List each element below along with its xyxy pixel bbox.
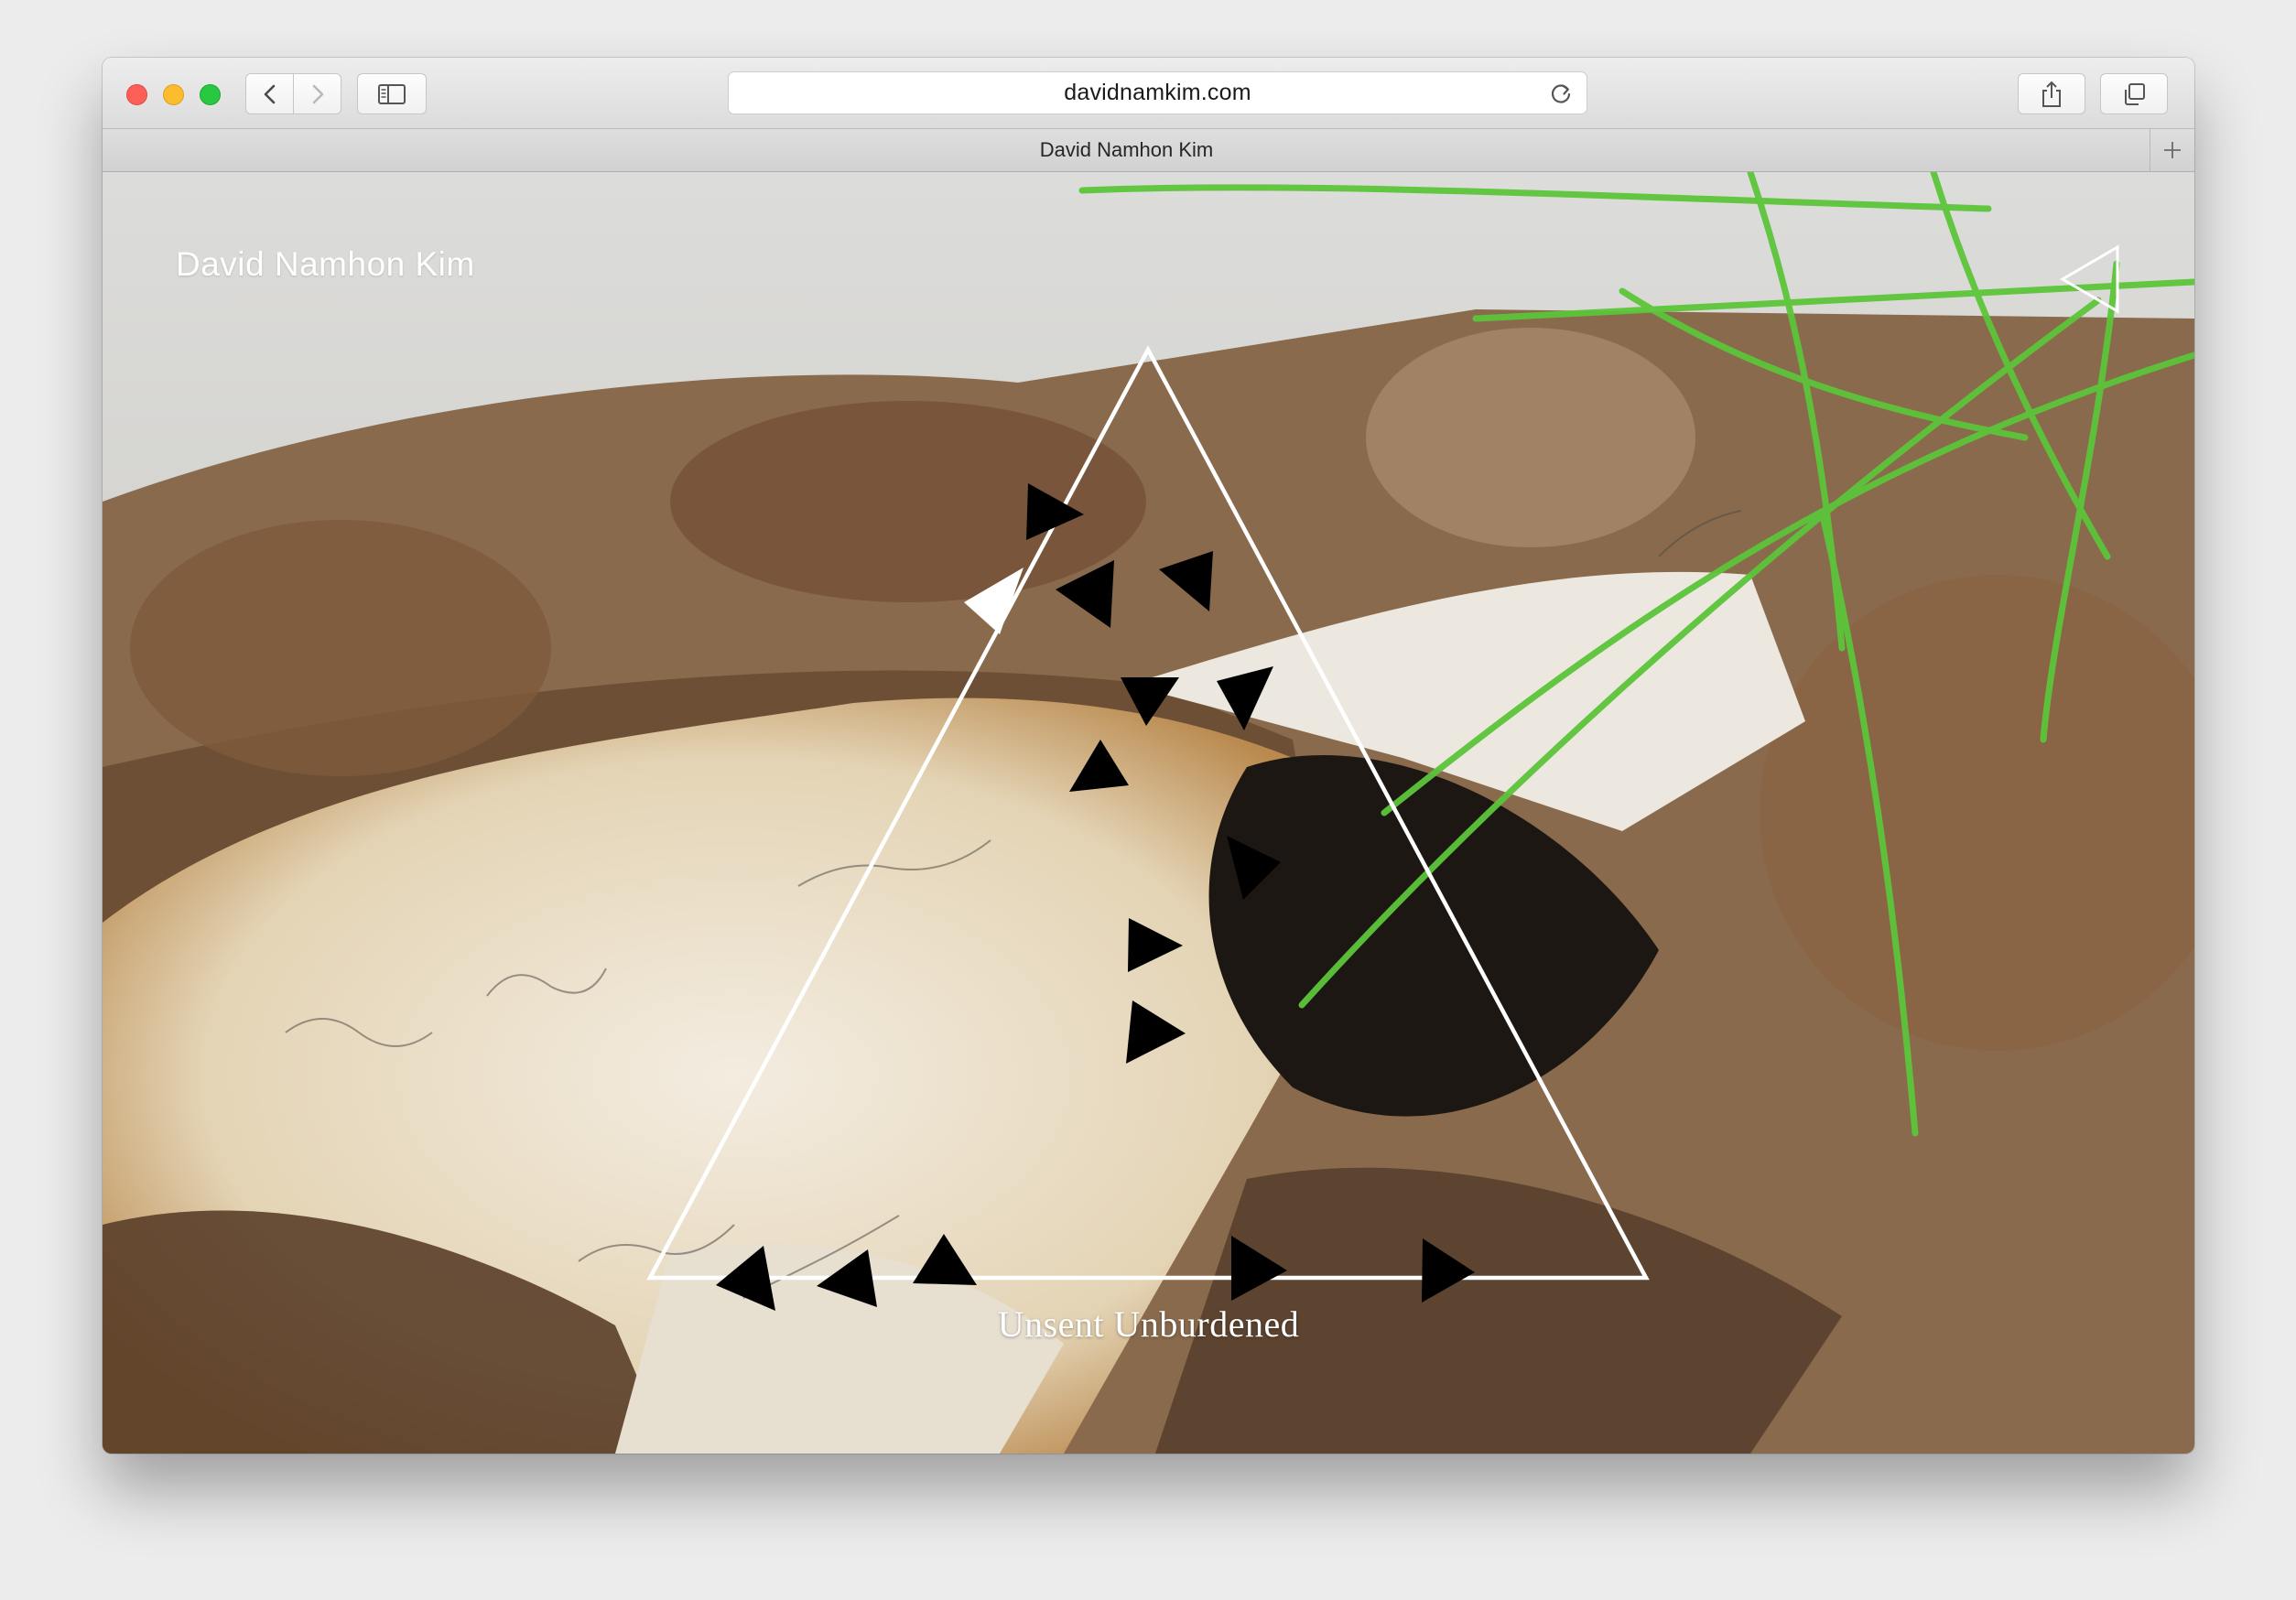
reload-icon[interactable] [1548, 81, 1574, 106]
tabs-overview-icon [2125, 82, 2145, 105]
page-content: David Namhon Kim Unsent Unburdened [103, 172, 2194, 1454]
share-button[interactable] [2018, 73, 2085, 114]
browser-toolbar: davidnamkim.com [103, 58, 2194, 129]
chevron-right-icon [312, 84, 323, 103]
minimize-window-button[interactable] [163, 84, 184, 105]
chevron-left-icon [264, 84, 275, 103]
sidebar-icon [378, 83, 406, 104]
plus-icon [2164, 142, 2181, 158]
tab-bar: David Namhon Kim [103, 129, 2194, 172]
address-bar[interactable]: davidnamkim.com [728, 71, 1587, 114]
new-tab-button[interactable] [2150, 129, 2194, 171]
forward-button[interactable] [293, 73, 341, 114]
tab-active[interactable]: David Namhon Kim [103, 129, 2150, 171]
sidebar-toggle-button[interactable] [357, 73, 427, 114]
show-all-tabs-button[interactable] [2100, 73, 2168, 114]
artwork-triangle-arrows [646, 345, 1650, 1311]
browser-window: davidnamkim.com David Namhon Kim David N… [103, 58, 2194, 1454]
back-button[interactable] [245, 73, 294, 114]
artwork-caption[interactable]: Unsent Unburdened [103, 1303, 2194, 1346]
maximize-window-button[interactable] [200, 84, 221, 105]
share-icon [2042, 81, 2061, 107]
url-text: davidnamkim.com [1064, 80, 1251, 105]
close-window-button[interactable] [126, 84, 147, 105]
